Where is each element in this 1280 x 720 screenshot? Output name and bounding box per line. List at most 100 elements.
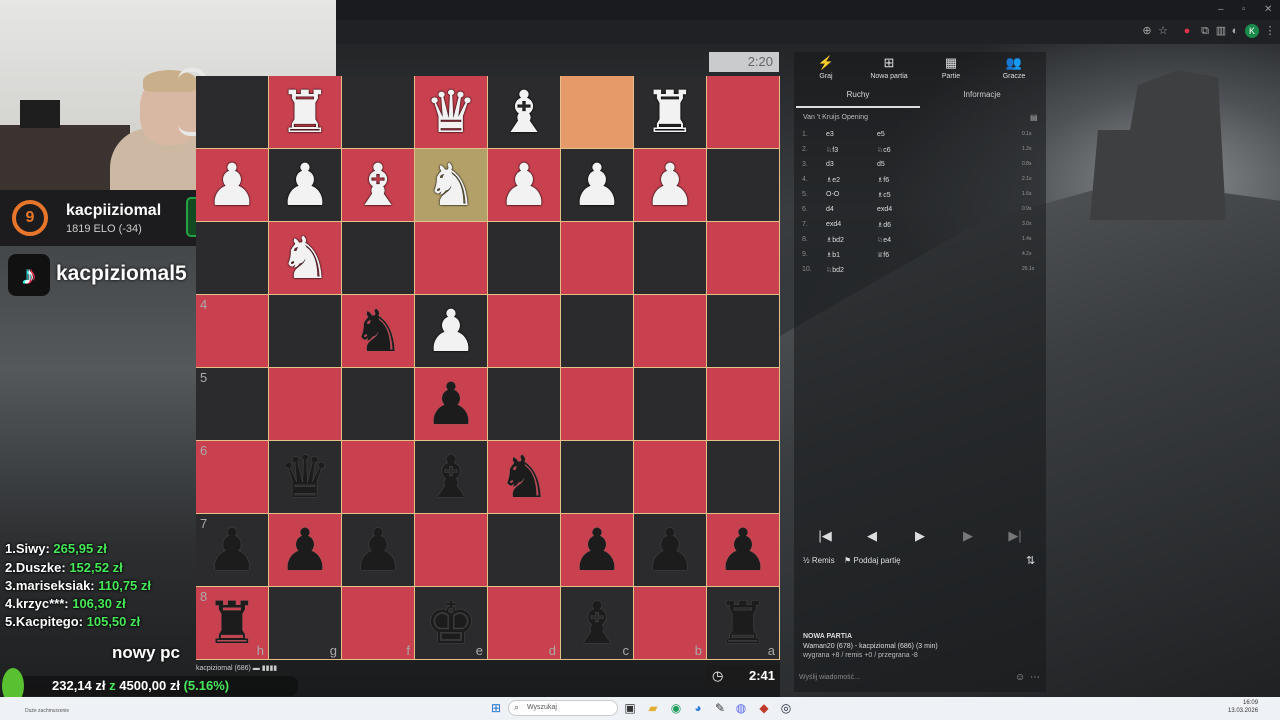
board-square[interactable]: [488, 514, 560, 586]
file-explorer-icon[interactable]: ▰: [646, 701, 660, 715]
profile-shield-icon[interactable]: ◐: [1229, 25, 1241, 37]
board-square[interactable]: d: [488, 587, 560, 659]
board-square[interactable]: ♛: [415, 76, 487, 148]
move-row[interactable]: 4. ♗e2 ♗f6 2.1s: [802, 176, 1038, 191]
nav-players[interactable]: 👥 Gracze: [984, 55, 1044, 80]
chess-piece[interactable]: ♛: [279, 441, 331, 513]
board-square[interactable]: [561, 222, 633, 294]
board-square[interactable]: ♝: [488, 76, 560, 148]
flip-board-icon[interactable]: ⇅: [1026, 554, 1035, 567]
board-square[interactable]: [634, 441, 706, 513]
extension-icon[interactable]: ⊕: [1141, 25, 1153, 37]
chess-piece[interactable]: ♝: [352, 149, 404, 221]
board-square[interactable]: 7 ♟: [196, 514, 268, 586]
board-square[interactable]: [634, 222, 706, 294]
chrome-icon[interactable]: ◉: [669, 701, 683, 715]
board-square[interactable]: ♜: [269, 76, 341, 148]
close-button[interactable]: ✕: [1264, 4, 1272, 15]
board-square[interactable]: e ♚: [415, 587, 487, 659]
board-square[interactable]: 6: [196, 441, 268, 513]
board-square[interactable]: [707, 222, 779, 294]
board-square[interactable]: 5: [196, 368, 268, 440]
book-icon[interactable]: ▤: [1030, 113, 1038, 122]
move-row[interactable]: 8. ♗bd2 ♘e4 1.4s: [802, 236, 1038, 251]
board-square[interactable]: ♞: [269, 222, 341, 294]
more-icon[interactable]: ⋯: [1030, 672, 1040, 683]
app-icon-pen[interactable]: ✎: [713, 701, 727, 715]
move-row[interactable]: 5. O-O ♗c5 1.6s: [802, 191, 1038, 206]
board-square[interactable]: ♟: [488, 149, 560, 221]
chess-piece[interactable]: ♝: [425, 441, 477, 513]
move-row[interactable]: 6. d4 exd4 0.9s: [802, 206, 1038, 221]
chess-piece[interactable]: ♞: [352, 295, 404, 367]
chess-piece[interactable]: ♜: [644, 76, 696, 148]
chess-piece[interactable]: ♟: [717, 514, 769, 586]
board-square[interactable]: a ♜: [707, 587, 779, 659]
board-square[interactable]: ♟: [634, 514, 706, 586]
board-square[interactable]: [196, 76, 268, 148]
board-square[interactable]: c ♝: [561, 587, 633, 659]
menu-kebab-icon[interactable]: ⋮: [1264, 25, 1276, 37]
minimize-button[interactable]: –: [1218, 4, 1224, 15]
board-square[interactable]: ♟: [269, 514, 341, 586]
chess-piece[interactable]: ♟: [279, 149, 331, 221]
account-avatar[interactable]: K: [1245, 24, 1259, 38]
app-icon-game[interactable]: ◆: [757, 701, 771, 715]
next-move-button[interactable]: ▶: [956, 528, 980, 544]
move-row[interactable]: 3. d3 d5 0.8s: [802, 161, 1038, 176]
board-square[interactable]: [415, 514, 487, 586]
nav-games[interactable]: ▦ Partie: [921, 55, 981, 80]
board-square[interactable]: ♝: [342, 149, 414, 221]
tab-moves[interactable]: Ruchy: [796, 84, 920, 108]
maximize-button[interactable]: ▫: [1242, 4, 1246, 15]
nav-new-game[interactable]: ⊞ Nowa partia: [859, 55, 919, 80]
board-square[interactable]: [707, 441, 779, 513]
board-square[interactable]: ♞: [342, 295, 414, 367]
board-square[interactable]: 8 h ♜: [196, 587, 268, 659]
chess-piece[interactable]: ♟: [206, 149, 258, 221]
board-square[interactable]: [488, 222, 560, 294]
move-row[interactable]: 1. e3 e5 0.1s: [802, 131, 1038, 146]
chess-piece[interactable]: ♟: [425, 295, 477, 367]
puzzle-icon[interactable]: ⧉: [1199, 25, 1211, 37]
board-square[interactable]: ♟: [561, 149, 633, 221]
move-row[interactable]: 7. exd4 ♗d6 3.0s: [802, 221, 1038, 236]
chess-piece[interactable]: ♟: [206, 514, 258, 586]
chess-piece[interactable]: ♜: [717, 587, 769, 659]
board-square[interactable]: ♜: [634, 76, 706, 148]
emoji-icon[interactable]: ☺: [1015, 672, 1025, 683]
chess-piece[interactable]: ♟: [352, 514, 404, 586]
board-square[interactable]: 4: [196, 295, 268, 367]
move-row[interactable]: 9. ♗b1 ♕f6 4.2s: [802, 251, 1038, 266]
board-square[interactable]: ♞: [415, 149, 487, 221]
board-square[interactable]: f: [342, 587, 414, 659]
board-square[interactable]: [488, 368, 560, 440]
board-square[interactable]: [634, 295, 706, 367]
tab-info[interactable]: Informacje: [920, 84, 1044, 106]
move-row[interactable]: 2. ♘f3 ♘c6 1.2s: [802, 146, 1038, 161]
bookmark-star-icon[interactable]: ☆: [1157, 25, 1169, 37]
board-square[interactable]: [561, 368, 633, 440]
play-button[interactable]: ▶: [908, 528, 932, 544]
board-square[interactable]: ♟: [415, 368, 487, 440]
board-square[interactable]: ♟: [707, 514, 779, 586]
board-square[interactable]: g: [269, 587, 341, 659]
board-square[interactable]: ♟: [269, 149, 341, 221]
board-square[interactable]: ♟: [196, 149, 268, 221]
chess-piece[interactable]: ♞: [425, 149, 477, 221]
chess-piece[interactable]: ♞: [498, 441, 550, 513]
last-move-button[interactable]: ▶|: [1003, 528, 1027, 544]
chess-piece[interactable]: ♟: [644, 149, 696, 221]
record-icon[interactable]: ●: [1181, 25, 1193, 37]
chess-board[interactable]: ♜ ♛ ♝ ♜ ♟ ♟ ♝ ♞ ♟ ♟ ♟ ♞ 4 ♞ ♟ 5 ♟ 6 ♛ ♝ ♞ 7 ♟ ♟ ♟ ♟ ♟ ♟ 8 h ♜ g f e ♚ d c ♝ b a…: [196, 76, 780, 660]
chess-piece[interactable]: ♝: [498, 76, 550, 148]
board-square[interactable]: [196, 222, 268, 294]
board-square[interactable]: [561, 295, 633, 367]
chess-piece[interactable]: ♟: [279, 514, 331, 586]
move-row[interactable]: 10. ♘bd2 26.1s: [802, 266, 1038, 281]
sidebar-icon[interactable]: ▥: [1215, 25, 1227, 37]
board-square[interactable]: [707, 295, 779, 367]
chess-piece[interactable]: ♛: [425, 76, 477, 148]
chess-piece[interactable]: ♜: [206, 587, 258, 659]
chess-piece[interactable]: ♜: [279, 76, 331, 148]
